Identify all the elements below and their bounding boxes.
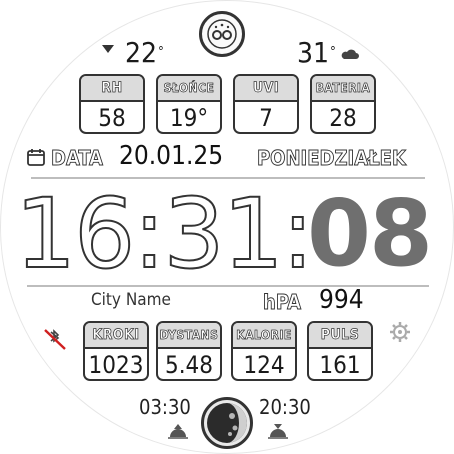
sunset-icon xyxy=(267,423,289,443)
date-value: 20.01.25 xyxy=(119,141,224,171)
tile-uvi[interactable]: UVI 7 xyxy=(233,74,299,134)
cloud-icon xyxy=(341,45,359,64)
watch-face: 22° 31° RH 58 SŁOŃCE 19° UVI 7 BATERIA 2… xyxy=(0,0,454,454)
weekday: PONIEDZIAŁEK xyxy=(257,146,407,171)
tile-battery[interactable]: BATERIA 28 xyxy=(310,74,376,134)
tile-value: 28 xyxy=(329,104,357,132)
tile-label: UVI xyxy=(235,76,297,102)
sunrise-time: 03:30 xyxy=(139,395,191,419)
temp-low: 22° xyxy=(125,36,164,69)
tile-pulse[interactable]: PULS 161 xyxy=(307,321,373,381)
tile-label: SŁOŃCE xyxy=(158,76,220,102)
tile-label: DYSTANS xyxy=(158,323,220,349)
moon-phase-icon xyxy=(201,397,253,449)
temp-high: 31° xyxy=(297,36,336,69)
tile-value: 161 xyxy=(319,351,361,379)
gear-icon[interactable] xyxy=(389,321,411,347)
tile-label: PULS xyxy=(309,323,371,349)
sunset-time: 20:30 xyxy=(259,395,311,419)
app-logo-icon[interactable] xyxy=(199,11,245,57)
tile-label: RH xyxy=(81,76,143,102)
tile-calories[interactable]: KALORIE 124 xyxy=(231,321,297,381)
sunrise-icon xyxy=(167,423,189,443)
time-seconds: 08 xyxy=(307,180,433,287)
date-label: DATA xyxy=(51,146,104,171)
time-hours-minutes: 16:31: xyxy=(14,178,315,290)
tile-steps[interactable]: KROKI 1023 xyxy=(83,321,149,381)
tile-sun[interactable]: SŁOŃCE 19° xyxy=(156,74,222,134)
divider xyxy=(27,285,429,287)
tile-humidity[interactable]: RH 58 xyxy=(79,74,145,134)
tile-value: 5.48 xyxy=(164,351,214,379)
pressure-label: hPA xyxy=(263,290,302,315)
city-name[interactable]: City Name xyxy=(91,290,171,310)
tile-value: 1023 xyxy=(88,351,144,379)
temp-low-icon xyxy=(102,45,114,53)
tile-label: BATERIA xyxy=(312,76,374,102)
bluetooth-off-icon xyxy=(41,327,69,357)
tile-value: 7 xyxy=(259,104,273,132)
tile-value: 58 xyxy=(98,104,126,132)
tile-label: KROKI xyxy=(85,323,147,349)
tile-value: 19° xyxy=(169,104,209,132)
pressure-value: 994 xyxy=(319,285,364,315)
tile-distance[interactable]: DYSTANS 5.48 xyxy=(156,321,222,381)
tile-label: KALORIE xyxy=(233,323,295,349)
calendar-icon xyxy=(26,147,46,171)
tile-value: 124 xyxy=(243,351,285,379)
